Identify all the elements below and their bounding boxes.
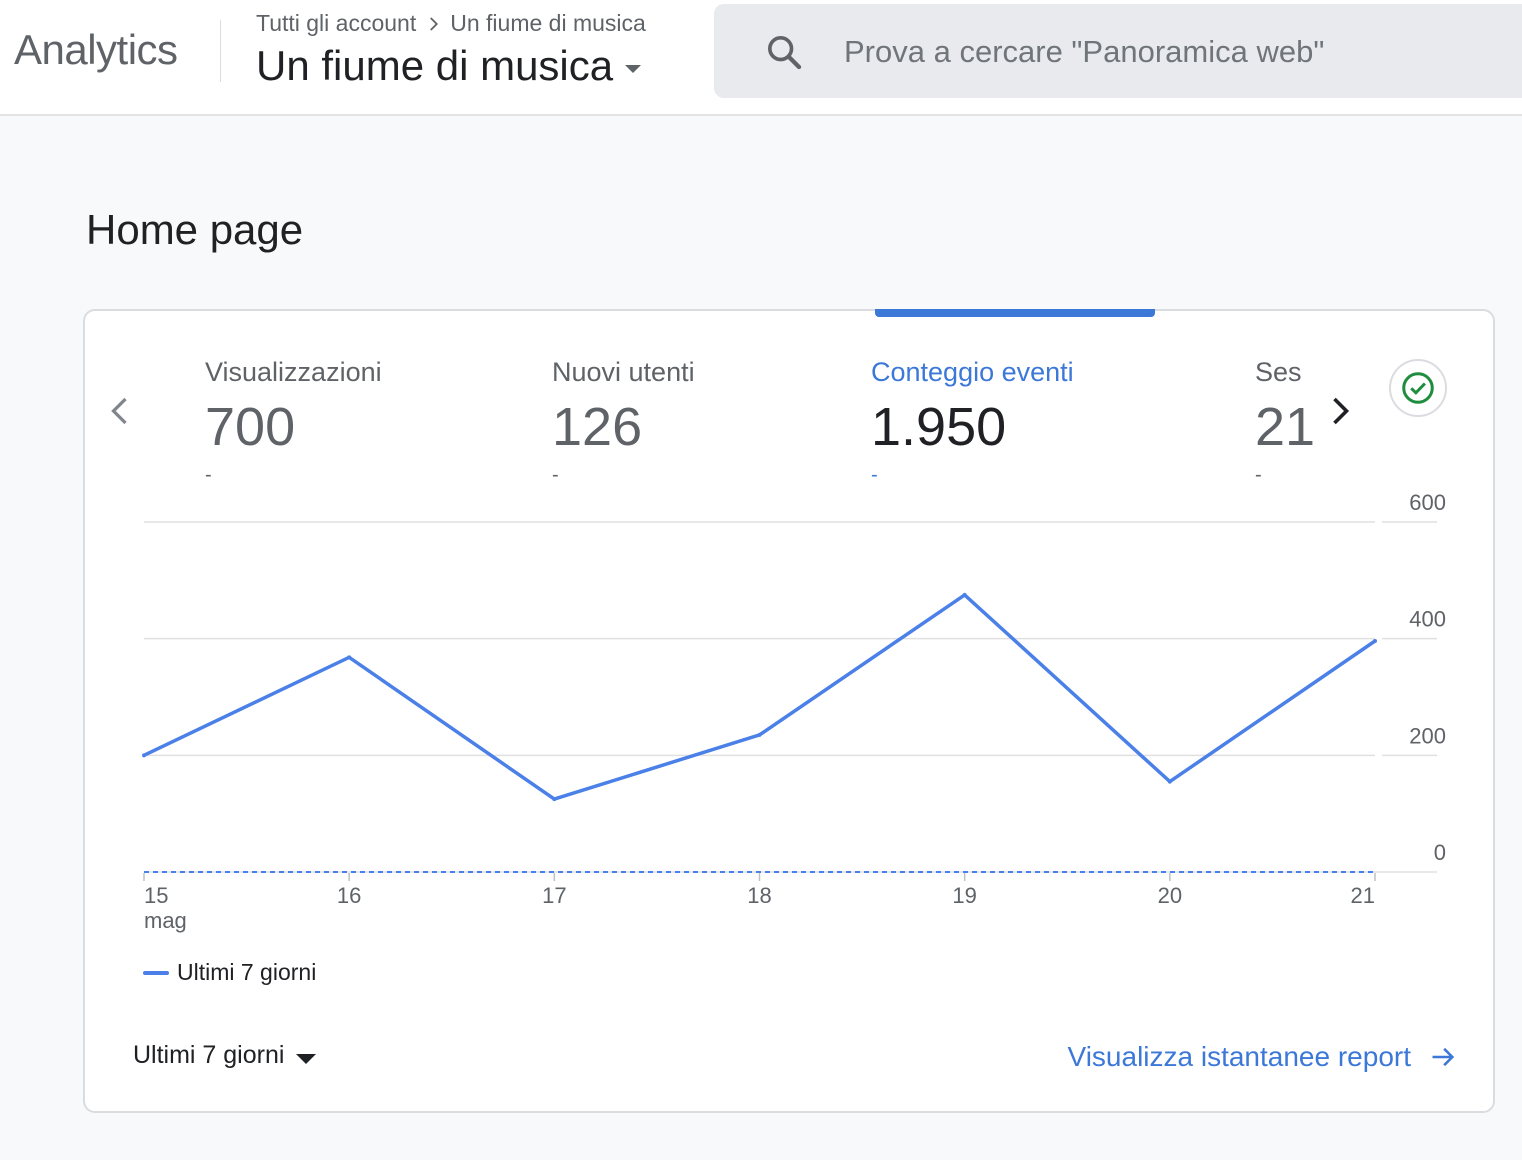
legend-swatch: [143, 970, 169, 975]
chevron-right-icon: [430, 16, 439, 31]
x-tick-label: 16: [337, 883, 361, 908]
search-bar[interactable]: [714, 4, 1522, 100]
y-tick-label: 0: [1434, 840, 1446, 865]
x-tick-label: 20: [1158, 883, 1182, 908]
y-tick-label: 200: [1409, 723, 1446, 748]
report-link-label: Visualizza istantanee report: [1067, 1041, 1411, 1072]
date-range-label: Ultimi 7 giorni: [133, 1041, 285, 1069]
x-tick-label: 19: [952, 883, 976, 908]
y-tick-label: 600: [1409, 490, 1446, 515]
caret-down-icon: [625, 65, 642, 73]
x-tick-label: 15: [144, 883, 168, 908]
header-divider: [220, 20, 221, 82]
app-name[interactable]: Analytics: [14, 26, 178, 74]
chart-grid: [144, 521, 1437, 873]
top-app-bar: Analytics Tutti gli account Un fiume di …: [0, 0, 1522, 116]
search-input[interactable]: [842, 4, 1506, 100]
overview-card: Visualizzazioni 700 - Nuovi utenti 126 -…: [83, 309, 1495, 1113]
x-tick-sublabel: mag: [144, 908, 187, 933]
property-selector[interactable]: Un fiume di musica: [256, 42, 642, 90]
chart-series: [142, 592, 1377, 802]
y-tick-label: 400: [1409, 607, 1446, 632]
chart-y-ticks: 600 400 200 0: [1409, 490, 1446, 865]
view-report-snapshot-link[interactable]: Visualizza istantanee report: [1068, 1041, 1457, 1073]
data-point: [962, 592, 967, 597]
x-tick-label: 18: [747, 883, 771, 908]
property-name: Un fiume di musica: [256, 42, 614, 89]
data-point: [552, 797, 557, 802]
data-point: [347, 655, 352, 660]
breadcrumb-account[interactable]: Tutti gli account: [256, 10, 416, 37]
page-title: Home page: [86, 206, 304, 253]
chart-x-ticks: 15 16 17 18 19 20 21 mag: [143, 873, 1376, 933]
breadcrumb-property[interactable]: Un fiume di musica: [450, 10, 646, 37]
data-point: [1167, 779, 1172, 784]
breadcrumb: Tutti gli account Un fiume di musica: [256, 10, 646, 37]
events-line-chart: 600 400 200 0 15 16 17 18 19 20 21 mag: [142, 490, 1446, 933]
x-tick-label: 17: [542, 883, 566, 908]
search-icon: [768, 36, 802, 70]
legend-label: Ultimi 7 giorni: [177, 959, 317, 985]
arrow-right-icon: [1432, 1047, 1455, 1067]
data-point: [142, 753, 146, 758]
date-range-selector[interactable]: Ultimi 7 giorni: [133, 1041, 317, 1070]
series-line: [143, 592, 1376, 802]
x-tick-label: 21: [1351, 883, 1375, 908]
data-point: [1373, 639, 1377, 643]
chart-legend: Ultimi 7 giorni: [143, 959, 316, 986]
data-point: [757, 732, 762, 737]
caret-down-icon: [296, 1053, 317, 1064]
